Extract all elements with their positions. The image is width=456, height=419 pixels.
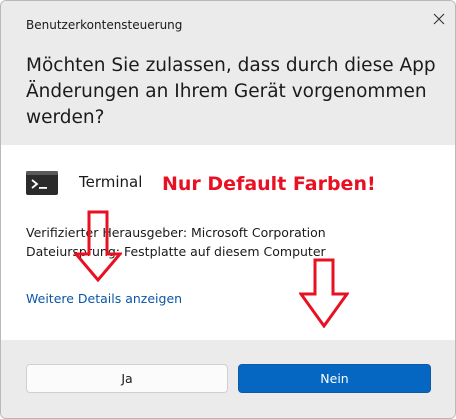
prompt-question: Möchten Sie zulassen, dass durch diese A…: [26, 55, 436, 128]
yes-button[interactable]: Ja: [26, 364, 228, 393]
annotation-text: Nur Default Farben!: [162, 173, 376, 195]
terminal-icon: [26, 171, 58, 195]
dialog-header: Benutzerkontensteuerung Möchten Sie zula…: [1, 1, 455, 145]
window-title: Benutzerkontensteuerung: [26, 18, 183, 32]
down-arrow-icon: [74, 210, 122, 282]
uac-dialog: Benutzerkontensteuerung Möchten Sie zula…: [0, 0, 456, 419]
details-link[interactable]: Weitere Details anzeigen: [26, 291, 182, 306]
publisher-text: Verifizierter Herausgeber: Microsoft Cor…: [26, 225, 326, 240]
close-icon: [433, 13, 445, 25]
close-button[interactable]: [425, 7, 453, 31]
app-name: Terminal: [79, 173, 143, 191]
no-button[interactable]: Nein: [238, 364, 431, 393]
origin-text: Dateiursprung: Festplatte auf diesem Com…: [26, 244, 326, 259]
down-arrow-icon: [299, 258, 349, 328]
